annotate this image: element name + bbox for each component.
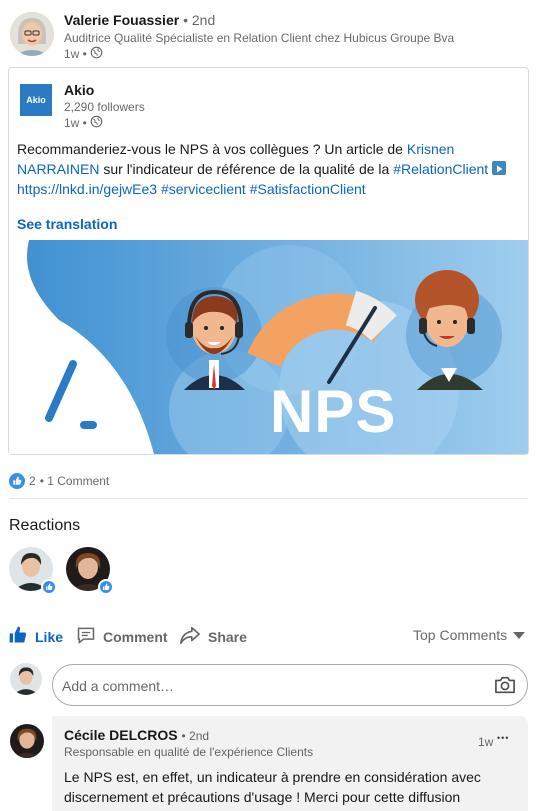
globe-icon <box>90 46 103 62</box>
share-icon <box>179 625 201 648</box>
post-text-intro: Recommanderiez-vous le NPS à vos collègu… <box>17 141 407 157</box>
commenter-headline: Responsable en qualité de l'expérience C… <box>64 745 314 759</box>
hashtag-serviceclient[interactable]: #serviceclient <box>161 181 246 197</box>
connection-degree: • 2nd <box>183 12 216 28</box>
comment-button[interactable]: Comment <box>76 625 168 648</box>
share-button[interactable]: Share <box>179 625 247 648</box>
like-badge-icon <box>98 579 114 595</box>
reaction-count[interactable]: 2 <box>29 474 36 488</box>
author-avatar[interactable] <box>10 12 54 56</box>
play-icon <box>492 161 507 175</box>
company-followers: 2,290 followers <box>64 100 145 114</box>
share-label: Share <box>208 628 247 645</box>
comment-count[interactable]: • 1 Comment <box>40 474 110 488</box>
commenter-degree: • 2nd <box>181 729 210 743</box>
comment-input-placeholder: Add a comment… <box>62 678 175 694</box>
commenter-avatar[interactable] <box>10 724 44 758</box>
caret-down-icon <box>513 627 526 643</box>
company-logo[interactable]: Akio <box>20 84 52 116</box>
shared-post-time: 1w • <box>64 116 87 130</box>
logo-text: Akio <box>26 95 46 105</box>
comment-input[interactable]: Add a comment… <box>52 664 528 706</box>
like-label: Like <box>35 628 64 645</box>
commenter-name[interactable]: Cécile DELCROS <box>64 727 178 743</box>
post-text: Recommanderiez-vous le NPS à vos collègu… <box>17 139 522 199</box>
sort-comments-dropdown[interactable]: Top Comments <box>413 627 526 643</box>
like-reaction-icon <box>9 473 25 489</box>
banner-title: NPS <box>270 378 397 445</box>
hashtag-satisfactionclient[interactable]: #SatisfactionClient <box>250 181 366 197</box>
divider <box>9 498 528 499</box>
like-badge-icon <box>41 579 57 595</box>
reactor-avatar-2[interactable] <box>66 547 114 595</box>
comment-icon <box>76 625 96 648</box>
short-link[interactable]: https://lnkd.in/gejwEe3 <box>17 181 157 197</box>
globe-icon <box>90 115 103 131</box>
comment-label: Comment <box>103 628 168 645</box>
see-translation-link[interactable]: See translation <box>17 216 117 232</box>
like-button[interactable]: Like <box>8 625 63 648</box>
company-name[interactable]: Akio <box>64 82 94 98</box>
post-time: 1w • <box>64 47 87 61</box>
hashtag-relationclient[interactable]: #RelationClient <box>393 161 488 177</box>
comment-text: Le NPS est, en effet, un indicateur à pr… <box>64 769 481 805</box>
comment-time: 1w <box>478 735 494 749</box>
camera-icon[interactable] <box>494 675 516 700</box>
author-headline: Auditrice Qualité Spécialiste en Relatio… <box>64 31 455 45</box>
reactor-avatar-1[interactable] <box>9 547 57 595</box>
author-name[interactable]: Valerie Fouassier <box>64 12 179 28</box>
thumbs-up-icon <box>8 625 28 648</box>
sort-label: Top Comments <box>413 627 508 643</box>
current-user-avatar <box>10 663 42 695</box>
article-banner-image[interactable]: NPS <box>9 240 528 454</box>
post-text-middle: sur l'indicateur de référence de la qual… <box>99 161 394 177</box>
reactions-heading: Reactions <box>9 517 81 534</box>
comment-more-button[interactable]: ••• <box>497 733 509 743</box>
